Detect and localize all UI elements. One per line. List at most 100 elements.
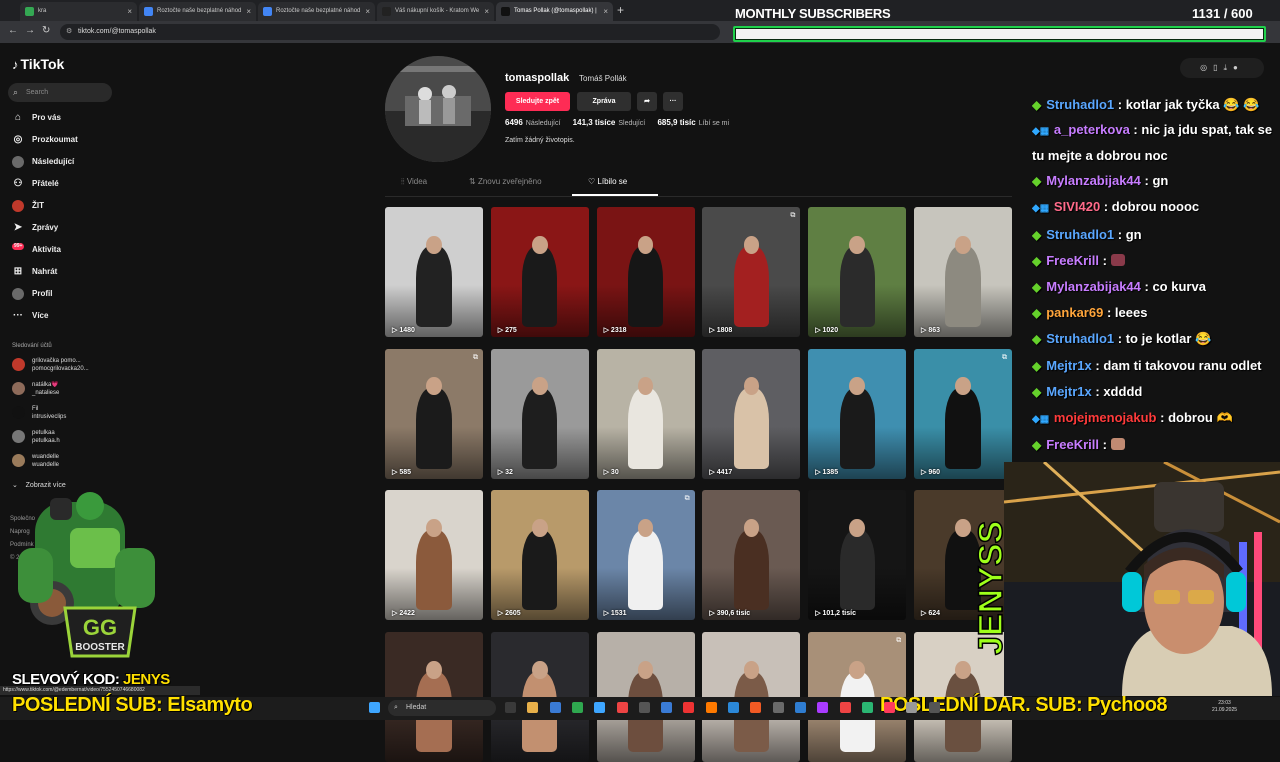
tab-líbilo-se[interactable]: ♡ Líbilo se (588, 177, 627, 186)
person-figure (945, 388, 981, 469)
browser-tab[interactable]: Váš nákupní košík - Kratom We × (377, 2, 494, 21)
taskbar-app-icon[interactable] (884, 702, 896, 713)
sidebar-item[interactable]: ➤ Zprávy (12, 220, 58, 236)
sidebar-item[interactable]: Profil (12, 286, 52, 302)
taskbar-app-icon[interactable] (750, 702, 762, 713)
close-tab-icon[interactable]: × (127, 2, 132, 21)
video-thumbnail[interactable]: ▷ 101,2 tisíc (808, 490, 907, 621)
photo-carousel-icon: ⧉ (684, 495, 690, 503)
sidebar-item[interactable]: Následující (12, 154, 74, 170)
video-thumbnail[interactable]: ▷ 863 (914, 207, 1012, 337)
browser-tab[interactable]: Tomas Pollak (@tomaspollak) | × (496, 2, 613, 21)
taskbar-app-icon[interactable] (839, 702, 851, 713)
chat-separator: : (1098, 437, 1111, 453)
share-arrow-icon[interactable]: ➦ (637, 92, 657, 111)
browser-tab[interactable]: Roztočte naše bezplatné náhod × (258, 2, 375, 21)
view-count: ▷ 1808 (709, 326, 732, 334)
view-count: ▷ 1020 (815, 326, 838, 334)
followed-account[interactable]: Fil intrusiveclips (12, 405, 66, 421)
taskbar-app-icon[interactable] (861, 702, 873, 713)
taskbar-app-icon[interactable] (638, 702, 650, 713)
ellipsis-icon[interactable]: ··· (663, 92, 683, 111)
close-tab-icon[interactable]: × (246, 2, 251, 21)
taskbar-app-icon[interactable] (594, 702, 606, 713)
close-tab-icon[interactable]: × (484, 2, 489, 21)
video-thumbnail[interactable]: ▷ 32 (490, 348, 589, 479)
browser-tab[interactable]: kra × (20, 2, 137, 21)
sidebar-item[interactable]: 99+ Aktivita (12, 242, 61, 258)
sidebar-item[interactable]: ⌂ Pro vás (12, 110, 61, 126)
account-handle: pomocgrilovacka20... (32, 366, 89, 372)
download-icon[interactable]: ⤓ (1224, 63, 1234, 72)
taskbar-app-icon[interactable] (906, 702, 918, 713)
reload-icon[interactable]: ↻ (42, 25, 50, 36)
url-field[interactable]: ⚙ tiktok.com/@tomaspollak (60, 24, 720, 40)
video-thumbnail[interactable]: ⧉ ▷ 960 (914, 348, 1012, 479)
tiktok-logo[interactable]: ♪ TikTok (12, 56, 64, 72)
sidebar-item[interactable]: ⚇ Přátelé (12, 176, 59, 192)
tiktok-top-actions[interactable]: ◎▯⤓● (1180, 58, 1264, 78)
person-head (743, 235, 760, 254)
close-tab-icon[interactable]: × (603, 2, 608, 21)
compass-icon: ◎ (13, 134, 23, 145)
user-avatar-icon[interactable]: ● (1233, 63, 1244, 72)
compass-small-icon[interactable]: ◎ (1200, 63, 1213, 72)
video-thumbnail[interactable]: ⧉ ▷ 1808 (702, 207, 801, 337)
video-thumbnail[interactable]: ▷ 390,6 tisíc (702, 490, 801, 621)
taskbar-app-icon[interactable] (683, 702, 695, 713)
taskbar-app-icon[interactable] (505, 702, 516, 713)
taskbar-app-icon[interactable] (772, 702, 784, 713)
site-info-icon[interactable]: ⚙ (66, 24, 72, 40)
browser-tab[interactable]: Roztočte naše bezplatné náhod × (139, 2, 256, 21)
windows-start-icon[interactable] (369, 702, 380, 713)
video-thumbnail[interactable]: ▷ 2318 (596, 207, 695, 337)
sidebar-item[interactable]: ŽIT (12, 198, 44, 214)
taskbar-app-icon[interactable] (527, 702, 539, 713)
video-thumbnail[interactable]: ▷ 1385 (808, 348, 907, 479)
follow-back-button[interactable]: Sledujte zpět (505, 92, 570, 111)
video-thumbnail[interactable]: ▷ 30 (596, 348, 695, 479)
sidebar-item[interactable]: ◎ Prozkoumat (12, 132, 78, 148)
tiktok-search-input[interactable]: ⌕ Search (8, 83, 112, 102)
person-figure (839, 529, 875, 611)
sidebar-item[interactable]: ⊞ Nahrát (12, 264, 58, 280)
followed-account[interactable]: grilovačka pomo... pomocgrilovacka20... (12, 357, 89, 373)
tab-videa[interactable]: ⦙⦙ Videa (401, 177, 427, 187)
video-thumbnail[interactable]: ▷ 2605 (490, 490, 589, 621)
video-thumbnail[interactable]: ▷ 275 (490, 207, 589, 337)
forward-icon[interactable]: → (25, 25, 35, 36)
close-tab-icon[interactable]: × (365, 2, 370, 21)
video-thumbnail[interactable]: ⧉ ▷ 585 (385, 348, 483, 479)
booster-label: BOOSTER (75, 642, 125, 653)
video-thumbnail[interactable]: ▷ 1020 (808, 207, 907, 337)
person-figure (522, 246, 558, 327)
taskbar-app-icon[interactable] (705, 702, 717, 713)
taskbar-app-icon[interactable] (661, 702, 673, 713)
video-thumbnail[interactable]: ▷ 2422 (385, 490, 483, 621)
taskbar-app-icon[interactable] (549, 702, 561, 713)
followed-account[interactable]: wuandelle wuandelle (12, 453, 59, 469)
profile-avatar[interactable] (385, 56, 491, 162)
video-thumbnail[interactable]: ▷ 4417 (702, 348, 801, 479)
followed-account[interactable]: natálka💗 _nataliese (12, 381, 59, 397)
taskbar-search[interactable]: ⌕ Hledat (388, 700, 496, 716)
phone-icon[interactable]: ▯ (1213, 63, 1223, 72)
taskbar-app-icon[interactable] (928, 702, 940, 713)
followed-account[interactable]: petulkaa petulkaa.h (12, 429, 60, 445)
new-tab-button[interactable]: + (617, 3, 624, 17)
followers-count: 141,3 tisíce (572, 118, 616, 127)
message-button[interactable]: Zpráva (577, 92, 631, 111)
video-thumbnail[interactable]: ▷ 1480 (385, 207, 483, 337)
sidebar-item[interactable]: ··· Více (12, 308, 48, 324)
taskbar-app-icon[interactable] (616, 702, 628, 713)
taskbar-app-icon[interactable] (817, 702, 829, 713)
diamond-badge-icon: ◆ (1032, 306, 1042, 321)
tab-znovu-zveřejněno[interactable]: ⇅ Znovu zveřejněno (469, 177, 542, 186)
taskbar-app-icon[interactable] (794, 702, 806, 713)
taskbar-app-icon[interactable] (728, 702, 739, 713)
view-count: ▷ 101,2 tisíc (815, 609, 856, 617)
back-icon[interactable]: ← (8, 25, 18, 36)
chat-text: dobrou 🫶 (1168, 410, 1233, 426)
taskbar-app-icon[interactable] (571, 702, 583, 713)
video-thumbnail[interactable]: ⧉ ▷ 1531 (596, 490, 695, 621)
